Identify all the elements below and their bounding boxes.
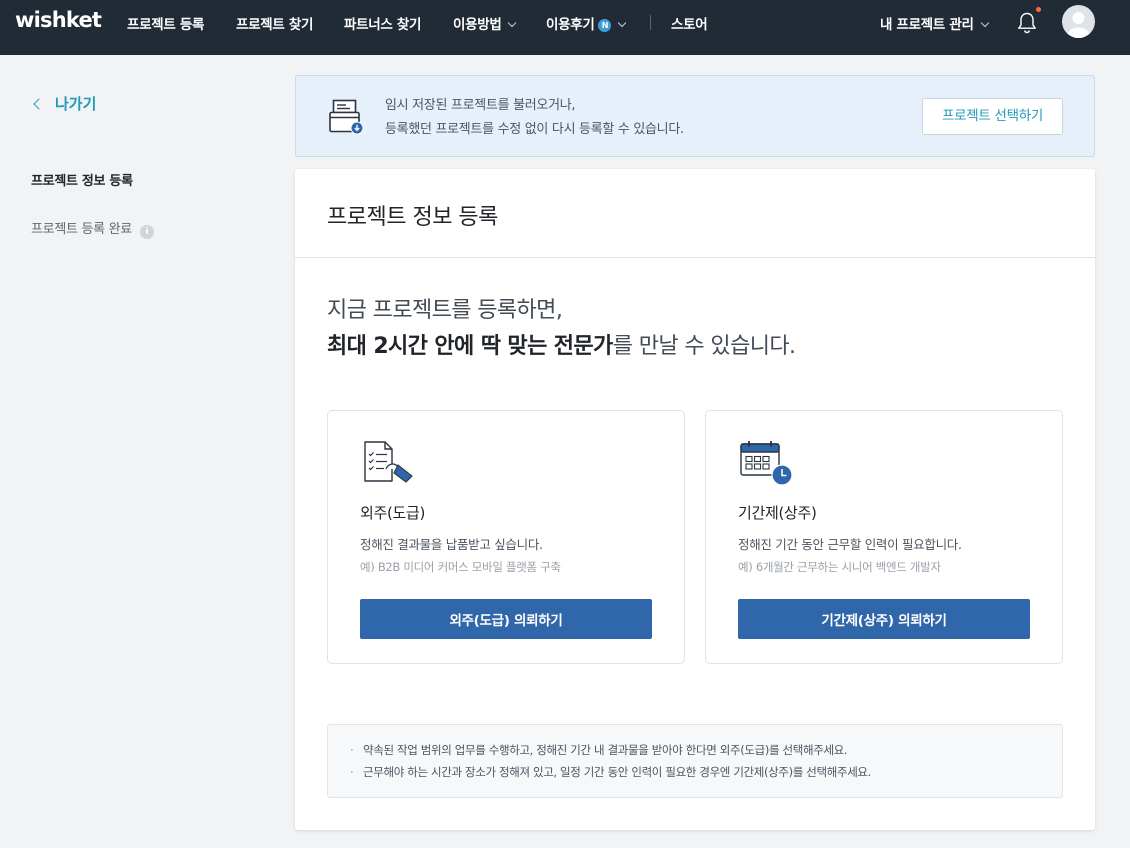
option-example: 예) 6개월간 근무하는 시니어 백엔드 개발자 [738,560,941,574]
request-fixed-term-button[interactable]: 기간제(상주) 의뢰하기 [738,599,1030,639]
request-outsourcing-button[interactable]: 외주(도급) 의뢰하기 [360,599,652,639]
option-title: 기간제(상주) [738,504,817,522]
checklist-document-icon [364,441,413,483]
chevron-down-icon [980,18,989,28]
lead-line-1: 지금 프로젝트를 등록하면, [327,298,563,323]
back-button[interactable]: 나가기 [32,93,96,114]
calendar-clock-icon [740,441,793,486]
nav-item-how-to-use[interactable]: 이용방법 [453,15,517,35]
option-title: 외주(도급) [360,504,426,522]
project-register-card: 프로젝트 정보 등록 지금 프로젝트를 등록하면, 최대 2시간 안에 딱 맞는… [295,169,1095,830]
sidebar-step-project-info: 프로젝트 정보 등록 [31,174,133,189]
chevron-down-icon [618,18,627,28]
sidebar-step-project-complete: 프로젝트 등록 완료 i [31,218,154,239]
guide-notes: · 약속된 작업 범위의 업무를 수행하고, 정해진 기간 내 결과물을 받아야 … [327,724,1063,798]
option-description: 정해진 기간 동안 근무할 인력이 필요합니다. [738,537,962,552]
lead-line-2: 최대 2시간 안에 딱 맞는 전문가를 만날 수 있습니다. [327,334,796,359]
info-icon[interactable]: i [139,225,154,239]
notification-dot [1036,7,1041,12]
chevron-down-icon [508,18,517,28]
divider [295,257,1095,258]
avatar[interactable] [1062,5,1095,38]
nav-divider [650,15,651,30]
new-badge: N [598,19,612,32]
select-project-button[interactable]: 프로젝트 선택하기 [922,98,1063,135]
document-download-icon [329,99,364,135]
top-nav: wishket 프로젝트 등록 프로젝트 찾기 파트너스 찾기 이용방법 이용후… [0,0,1130,55]
guide-note: · 근무해야 하는 시간과 장소가 정해져 있고, 일정 기간 동안 인력이 필요… [350,765,871,779]
load-project-banner: 임시 저장된 프로젝트를 불러오거나, 등록했던 프로젝트를 수정 없이 다시 … [295,75,1095,157]
nav-item-project-find[interactable]: 프로젝트 찾기 [236,15,313,35]
nav-item-project-register[interactable]: 프로젝트 등록 [127,15,204,35]
page-title: 프로젝트 정보 등록 [327,205,498,230]
nav-item-partners-find[interactable]: 파트너스 찾기 [344,15,421,35]
bell-icon[interactable] [1014,10,1040,36]
option-example: 예) B2B 미디어 커머스 모바일 플랫폼 구축 [360,560,561,574]
option-card-fixed-term: 기간제(상주) 정해진 기간 동안 근무할 인력이 필요합니다. 예) 6개월간… [705,410,1063,664]
wishket-logo[interactable]: wishket [15,8,102,32]
nav-item-store[interactable]: 스토어 [671,15,708,35]
chevron-left-icon [33,97,45,110]
user-icon [1066,12,1091,38]
banner-text: 임시 저장된 프로젝트를 불러오거나, 등록했던 프로젝트를 수정 없이 다시 … [385,98,684,137]
guide-note: · 약속된 작업 범위의 업무를 수행하고, 정해진 기간 내 결과물을 받아야 … [350,743,848,757]
nav-item-reviews[interactable]: 이용후기 N [546,15,627,35]
option-description: 정해진 결과물을 납품받고 싶습니다. [360,537,543,552]
my-projects-menu[interactable]: 내 프로젝트 관리 [880,15,989,35]
option-card-outsourcing: 외주(도급) 정해진 결과물을 납품받고 싶습니다. 예) B2B 미디어 커머… [327,410,685,664]
